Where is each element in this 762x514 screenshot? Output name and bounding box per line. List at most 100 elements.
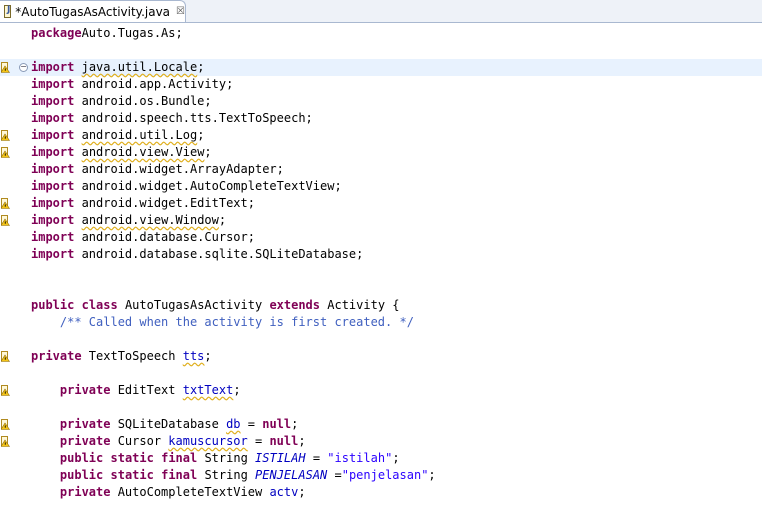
code-token: import xyxy=(31,247,75,261)
close-tab-icon[interactable]: ☒ xyxy=(176,6,185,17)
code-line-text: import android.util.Log; xyxy=(31,127,204,144)
code-line[interactable]: import android.database.Cursor; xyxy=(0,229,762,246)
code-token: import xyxy=(31,179,75,193)
code-token: /** Called when the activity is first cr… xyxy=(59,315,414,329)
code-line[interactable]: /** Called when the activity is first cr… xyxy=(0,314,762,331)
code-line-text: import android.widget.EditText; xyxy=(31,195,255,212)
code-line[interactable]: private Cursor kamuscursor = null; xyxy=(0,433,762,450)
warning-marker-icon[interactable] xyxy=(1,419,10,430)
code-token: ; xyxy=(197,128,205,142)
code-line[interactable]: import android.app.Activity; xyxy=(0,76,762,93)
code-line[interactable]: private AutoCompleteTextView actv; xyxy=(0,484,762,501)
code-token: private xyxy=(59,417,111,431)
warning-marker-icon[interactable] xyxy=(1,147,10,158)
code-token: tts xyxy=(182,349,205,363)
code-token: import xyxy=(31,94,75,108)
warning-marker-icon[interactable] xyxy=(1,215,10,226)
code-line-text: public static final String ISTILAH = "is… xyxy=(31,450,400,467)
code-token: private xyxy=(59,485,111,499)
code-token: import xyxy=(31,60,75,74)
code-token: import xyxy=(31,230,75,244)
warning-marker-icon[interactable] xyxy=(1,130,10,141)
code-line[interactable]: import android.speech.tts.TextToSpeech; xyxy=(0,110,762,127)
code-token: EditText xyxy=(110,383,183,397)
code-line[interactable]: private TextToSpeech tts; xyxy=(0,348,762,365)
code-token: import xyxy=(31,213,75,227)
code-line[interactable]: import android.database.sqlite.SQLiteDat… xyxy=(0,246,762,263)
code-token: ; xyxy=(428,468,436,482)
code-line[interactable]: import android.view.Window; xyxy=(0,212,762,229)
code-line[interactable]: import android.widget.AutoCompleteTextVi… xyxy=(0,178,762,195)
code-token: String xyxy=(197,468,256,482)
code-token: kamuscursor xyxy=(168,434,248,448)
code-token: ; xyxy=(291,417,299,431)
code-line[interactable]: private SQLiteDatabase db = null; xyxy=(0,416,762,433)
code-line[interactable]: import android.widget.EditText; xyxy=(0,195,762,212)
code-token: String xyxy=(197,451,256,465)
code-token: import xyxy=(31,77,75,91)
code-line[interactable]: import android.view.View; xyxy=(0,144,762,161)
code-line[interactable]: import android.util.Log; xyxy=(0,127,762,144)
editor-tab[interactable]: *AutoTugasAsActivity.java ☒ xyxy=(0,0,186,22)
code-token: ; xyxy=(233,383,241,397)
code-token: import xyxy=(31,128,75,142)
code-token: static xyxy=(110,451,154,465)
code-line[interactable]: packageAuto.Tugas.As; xyxy=(0,25,762,42)
code-line[interactable]: import android.widget.ArrayAdapter; xyxy=(0,161,762,178)
fold-collapse-icon[interactable]: − xyxy=(19,63,28,72)
code-token: null xyxy=(269,434,299,448)
code-line[interactable]: public class AutoTugasAsActivity extends… xyxy=(0,297,762,314)
warning-marker-icon[interactable] xyxy=(1,62,10,73)
code-token: private xyxy=(59,383,111,397)
warning-marker-icon[interactable] xyxy=(1,385,10,396)
code-line[interactable]: private EditText txtText; xyxy=(0,382,762,399)
code-token: android.widget.ArrayAdapter; xyxy=(74,162,284,176)
code-line-text: import android.widget.AutoCompleteTextVi… xyxy=(31,178,342,195)
code-line-text: public static final String PENJELASAN ="… xyxy=(31,467,436,484)
code-token: import xyxy=(31,196,75,210)
code-token: AutoCompleteTextView xyxy=(110,485,270,499)
code-token: "istilah" xyxy=(327,451,393,465)
code-token: android.app.Activity; xyxy=(74,77,234,91)
code-line[interactable]: − import java.util.Locale; xyxy=(0,59,762,76)
code-token: ; xyxy=(298,434,306,448)
warning-marker-icon[interactable] xyxy=(1,436,10,447)
code-line-text: public class AutoTugasAsActivity extends… xyxy=(31,297,400,314)
code-line-text: import android.app.Activity; xyxy=(31,76,233,93)
code-token: txtText xyxy=(182,383,234,397)
code-token: SQLiteDatabase xyxy=(110,417,227,431)
code-line[interactable]: public static final String PENJELASAN ="… xyxy=(0,467,762,484)
code-token: ; xyxy=(197,60,205,74)
code-editor[interactable]: packageAuto.Tugas.As; − import java.util.L… xyxy=(0,23,762,514)
code-token: android.database.sqlite.SQLiteDatabase; xyxy=(74,247,364,261)
code-token: null xyxy=(262,417,292,431)
code-token: Cursor xyxy=(110,434,169,448)
code-line[interactable]: import android.os.Bundle; xyxy=(0,93,762,110)
code-token: java.util.Locale xyxy=(81,60,198,74)
code-line-text: import android.database.Cursor; xyxy=(31,229,255,246)
code-token: final xyxy=(161,451,198,465)
warning-marker-icon[interactable] xyxy=(1,351,10,362)
code-line-text: import android.speech.tts.TextToSpeech; xyxy=(31,110,313,127)
code-line-text: private TextToSpeech tts; xyxy=(31,348,212,365)
code-line-text: import android.view.Window; xyxy=(31,212,226,229)
code-line-text: private EditText txtText; xyxy=(31,382,241,399)
tab-title[interactable]: *AutoTugasAsActivity.java xyxy=(15,5,170,19)
code-token: "penjelasan" xyxy=(341,468,429,482)
code-token: Auto.Tugas.As; xyxy=(81,26,183,40)
code-token: android.view.Window xyxy=(81,213,219,227)
warning-marker-icon[interactable] xyxy=(1,198,10,209)
code-line-text: /** Called when the activity is first cr… xyxy=(31,314,414,331)
code-line[interactable]: public static final String ISTILAH = "is… xyxy=(0,450,762,467)
code-token: = xyxy=(305,451,328,465)
